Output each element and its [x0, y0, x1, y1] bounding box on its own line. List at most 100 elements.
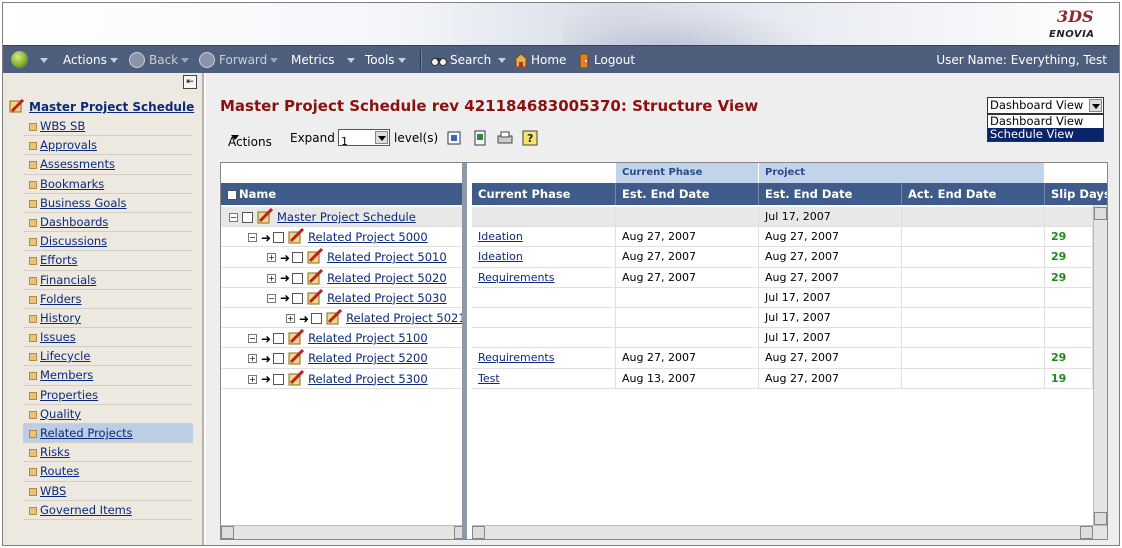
- scroll-up-button[interactable]: [1094, 207, 1107, 220]
- sidebar-item-governed-items[interactable]: Governed Items: [23, 501, 193, 520]
- project-link[interactable]: Related Project 5010: [327, 250, 447, 264]
- tools-menu[interactable]: Tools: [365, 53, 406, 67]
- back-arrow-icon[interactable]: [129, 52, 145, 68]
- vertical-scrollbar[interactable]: [1093, 205, 1107, 525]
- collapse-icon[interactable]: −: [248, 334, 257, 344]
- phase-link[interactable]: Ideation: [478, 250, 523, 263]
- sidebar-item-financials[interactable]: Financials: [23, 271, 193, 290]
- sidebar-item-folders[interactable]: Folders: [23, 290, 193, 309]
- project-link[interactable]: Related Project 5021: [346, 311, 462, 325]
- project-est-end-column-header[interactable]: Est. End Date: [759, 183, 902, 205]
- chevron-down-icon[interactable]: [40, 58, 48, 63]
- logout-button[interactable]: Logout: [579, 53, 635, 68]
- help-icon[interactable]: ?: [522, 130, 538, 146]
- expand-icon[interactable]: +: [248, 374, 257, 384]
- compass-icon[interactable]: [11, 51, 28, 68]
- phase-est-end-column-header[interactable]: Est. End Date: [616, 183, 759, 205]
- scroll-left-button[interactable]: [472, 526, 485, 539]
- expand-icon[interactable]: +: [267, 253, 276, 263]
- forward-button[interactable]: Forward: [219, 53, 279, 67]
- current-phase-cell: [472, 308, 616, 328]
- scroll-right-button[interactable]: [454, 526, 462, 539]
- current-phase-cell: Ideation: [472, 247, 616, 268]
- project-link[interactable]: Master Project Schedule: [277, 210, 416, 224]
- sidebar-item-routes[interactable]: Routes: [23, 462, 193, 482]
- left-horizontal-scrollbar[interactable]: [221, 525, 462, 539]
- sidebar-item-discussions[interactable]: Discussions: [23, 232, 193, 252]
- project-link[interactable]: Related Project 5300: [308, 372, 428, 386]
- project-link[interactable]: Related Project 5200: [308, 351, 428, 365]
- sidebar-item-bookmarks[interactable]: Bookmarks: [23, 175, 193, 194]
- collapse-icon[interactable]: −: [229, 213, 238, 222]
- sidebar-item-business-goals[interactable]: Business Goals: [23, 194, 193, 213]
- row-checkbox[interactable]: [273, 232, 285, 244]
- view-select[interactable]: Dashboard View: [987, 97, 1104, 114]
- scroll-right-button[interactable]: [1080, 526, 1093, 539]
- scroll-left-button[interactable]: [221, 526, 234, 539]
- sidebar-item-quality[interactable]: Quality: [23, 405, 193, 424]
- row-checkbox[interactable]: [292, 292, 304, 304]
- search-button[interactable]: Search: [431, 53, 507, 67]
- home-button[interactable]: Home: [514, 53, 566, 67]
- phase-link[interactable]: Test: [478, 372, 500, 385]
- row-checkbox[interactable]: [292, 272, 304, 284]
- act-end-cell: [902, 227, 1045, 248]
- view-select-value: Dashboard View: [990, 98, 1084, 112]
- select-all-checkbox[interactable]: [227, 189, 237, 200]
- expand-icon[interactable]: +: [267, 273, 276, 283]
- current-phase-column-header[interactable]: Current Phase: [472, 183, 616, 205]
- collapse-sidebar-icon[interactable]: ⇤: [183, 75, 197, 89]
- project-link[interactable]: Related Project 5100: [308, 331, 428, 345]
- row-checkbox[interactable]: [242, 212, 253, 223]
- sidebar-item-history[interactable]: History: [23, 309, 193, 329]
- name-column-header[interactable]: Name: [221, 183, 462, 205]
- printer-icon[interactable]: [497, 130, 513, 146]
- sidebar-item-risks[interactable]: Risks: [23, 443, 193, 463]
- view-option-schedule[interactable]: Schedule View: [988, 128, 1103, 141]
- collapse-icon[interactable]: −: [248, 233, 257, 243]
- phase-link[interactable]: Requirements: [478, 271, 554, 284]
- sidebar-item-efforts[interactable]: Efforts: [23, 251, 193, 271]
- sidebar-item-issues[interactable]: Issues: [23, 328, 193, 348]
- export-icon[interactable]: [447, 130, 463, 146]
- collapse-icon[interactable]: −: [267, 293, 276, 303]
- forward-arrow-icon[interactable]: [199, 52, 215, 68]
- row-checkbox[interactable]: [311, 313, 323, 324]
- chevron-down-icon[interactable]: [375, 131, 388, 144]
- sidebar-item-lifecycle[interactable]: Lifecycle: [23, 347, 193, 367]
- actions-menu[interactable]: Actions: [63, 53, 118, 67]
- sidebar-item-related-projects[interactable]: Related Projects: [23, 424, 193, 444]
- phase-link[interactable]: Requirements: [478, 351, 554, 364]
- project-link[interactable]: Related Project 5020: [327, 271, 447, 285]
- sidebar-item-properties[interactable]: Properties: [23, 386, 193, 405]
- project-link[interactable]: Related Project 5030: [327, 291, 447, 305]
- sidebar-item-wbs[interactable]: WBS: [23, 482, 193, 501]
- row-checkbox[interactable]: [273, 333, 285, 345]
- act-end-column-header[interactable]: Act. End Date: [902, 183, 1045, 205]
- phase-link[interactable]: Ideation: [478, 230, 523, 243]
- expand-level-select[interactable]: 1: [338, 129, 390, 148]
- act-end-cell: [902, 287, 1045, 308]
- sidebar-item-dashboards[interactable]: Dashboards: [23, 213, 193, 233]
- expand-icon[interactable]: +: [286, 314, 295, 323]
- row-checkbox[interactable]: [273, 353, 285, 365]
- sidebar-item-approvals[interactable]: Approvals: [23, 136, 193, 156]
- chevron-down-icon[interactable]: [347, 58, 355, 63]
- right-horizontal-scrollbar[interactable]: [472, 525, 1107, 539]
- project-link[interactable]: Related Project 5000: [308, 230, 428, 244]
- phase-est-end-cell: Aug 27, 2007: [616, 247, 759, 268]
- sidebar-root-link[interactable]: Master Project Schedule: [9, 99, 194, 114]
- sidebar-item-members[interactable]: Members: [23, 366, 193, 386]
- sidebar-item-assessments[interactable]: Assessments: [23, 155, 193, 175]
- scroll-down-button[interactable]: [1094, 512, 1107, 525]
- spreadsheet-icon[interactable]: [473, 130, 489, 146]
- chevron-down-icon[interactable]: [1089, 99, 1102, 112]
- project-est-end-cell: Jul 17, 2007: [759, 328, 902, 349]
- back-button[interactable]: Back: [149, 53, 190, 67]
- row-checkbox[interactable]: [273, 373, 285, 385]
- row-checkbox[interactable]: [292, 252, 304, 264]
- expand-icon[interactable]: +: [248, 354, 257, 364]
- slip-days-column-header[interactable]: Slip Days: [1045, 183, 1107, 205]
- sidebar-item-wbs-sb[interactable]: WBS SB: [23, 117, 193, 137]
- metrics-menu[interactable]: Metrics: [291, 53, 335, 67]
